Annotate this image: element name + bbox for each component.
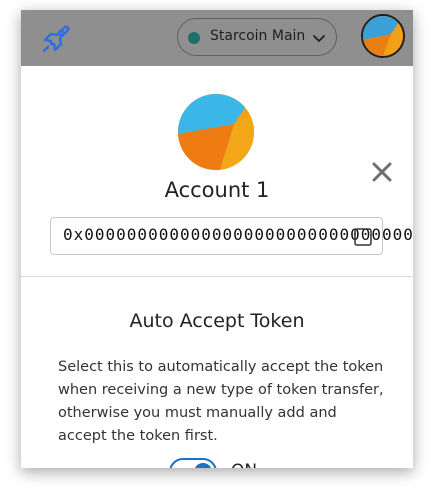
account-avatar [178,94,254,170]
chevron-down-icon [312,30,326,44]
section-divider [21,276,413,277]
copy-icon[interactable] [352,226,374,248]
account-name: Account 1 [164,178,270,202]
network-selector[interactable]: Starcoin Main [177,18,337,56]
toggle-knob [194,463,212,468]
network-status-dot [188,32,200,44]
extension-window: Starcoin Main Account 1 0x00000000000000… [21,10,413,468]
starcoin-logo-icon[interactable] [39,22,73,56]
app-header: Starcoin Main [21,10,413,66]
account-address-field[interactable]: 0x0000000000000000000000000000000000 [50,217,413,255]
account-avatar-button[interactable] [361,14,405,58]
auto-accept-title: Auto Accept Token [129,310,305,332]
network-label: Starcoin Main [210,28,306,44]
auto-accept-description: Select this to automatically accept the … [58,359,384,444]
toggle-state-label: ON [231,461,257,468]
auto-accept-toggle[interactable] [169,458,217,468]
account-details-panel: Account 1 0x0000000000000000000000000000… [21,66,413,468]
